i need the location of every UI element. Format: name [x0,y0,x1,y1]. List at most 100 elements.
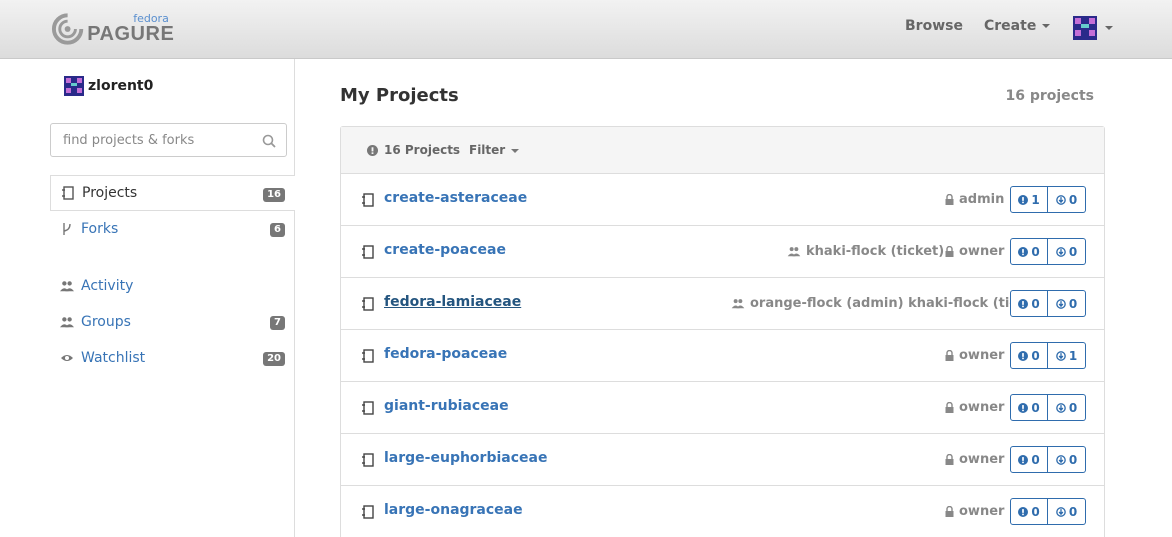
panel-header: 16 Projects Filter [341,127,1104,174]
search-input[interactable] [51,124,251,156]
repo-icon [362,193,374,207]
project-link[interactable]: large-onagraceae [384,502,523,518]
repo-icon [362,453,374,467]
pagure-logo[interactable]: fedora PAGURE [50,12,185,46]
issues-button[interactable]: 0 [1010,446,1048,473]
search-icon[interactable] [262,134,276,148]
sidebar-user[interactable]: zlorent0 [64,76,153,96]
username: zlorent0 [88,78,154,94]
project-buttons: 0 0 [1010,446,1086,473]
nav-create-label: Create [984,18,1037,34]
pull-request-icon [1055,194,1066,205]
sidebar: zlorent0 Projects 16 Forks 6 Activity Gr… [0,59,295,537]
issues-button[interactable]: 1 [1010,186,1048,213]
group-text: orange-flock (admin) khaki-flock (ticket… [750,296,1047,311]
issues-count: 0 [1031,296,1040,311]
role-text: owner [959,452,1005,467]
project-row: large-euphorbiaceae owner 0 0 [341,434,1104,486]
issues-count: 0 [1031,348,1040,363]
project-link[interactable]: giant-rubiaceae [384,398,509,414]
role-label: owner [945,400,1004,415]
users-icon [787,247,801,257]
panel-count-label: 16 Projects [384,143,461,157]
filter-label: Filter [469,143,506,157]
pull-requests-button[interactable]: 0 [1048,186,1086,213]
users-icon [731,299,745,309]
project-row: giant-rubiaceae owner 0 0 [341,382,1104,434]
issues-button[interactable]: 0 [1010,498,1048,525]
pull-requests-count: 0 [1068,504,1078,519]
lock-icon [945,194,954,205]
project-row: create-asteraceae admin 1 0 [341,174,1104,226]
sidebar-item-forks[interactable]: Forks 6 [50,211,295,247]
nav-create-dropdown[interactable]: Create [984,18,1051,34]
pull-request-icon [1055,506,1066,517]
project-row: fedora-poaceae owner 0 1 [341,330,1104,382]
pull-requests-button[interactable]: 0 [1048,498,1086,525]
sidebar-item-label: Forks [81,221,119,237]
project-buttons: 0 1 [1010,342,1086,369]
user-avatar [1073,16,1097,40]
sidebar-item-label: Activity [81,278,134,294]
pull-requests-count: 0 [1068,192,1078,207]
issues-button[interactable]: 0 [1010,238,1048,265]
caret-down-icon [1105,26,1113,30]
users-icon [60,281,74,292]
eye-icon [61,355,73,361]
count-badge: 20 [263,352,285,366]
issues-count: 0 [1031,244,1040,259]
lock-icon [945,454,954,465]
pull-requests-button[interactable]: 0 [1048,446,1086,473]
filter-dropdown[interactable]: Filter [469,143,520,157]
role-text: owner [959,348,1005,363]
project-link[interactable]: fedora-poaceae [384,346,507,362]
lock-icon [945,246,954,257]
project-row: fedora-lamiaceae orange-flock (admin) kh… [341,278,1104,330]
projects-count: 16 projects [1005,88,1094,104]
user-menu-dropdown[interactable] [1073,16,1113,40]
role-label: admin [945,192,1004,207]
logo-swirl-icon [51,13,84,45]
project-link[interactable]: large-euphorbiaceae [384,450,547,466]
sidebar-item-projects[interactable]: Projects 16 [50,175,295,211]
pull-requests-button[interactable]: 1 [1048,342,1086,369]
repo-icon [62,186,74,200]
role-text: owner [959,400,1005,415]
role-text: admin [959,192,1005,207]
issues-button[interactable]: 0 [1010,394,1048,421]
issue-icon [1018,194,1029,205]
issues-button[interactable]: 0 [1010,342,1048,369]
sidebar-item-label: Projects [82,185,138,201]
repo-icon [362,505,374,519]
nav-browse[interactable]: Browse [905,18,963,34]
project-buttons: 0 0 [1010,290,1086,317]
sidebar-item-groups[interactable]: Groups 7 [50,304,295,340]
project-link[interactable]: create-poaceae [384,242,506,258]
issue-icon [1018,246,1029,257]
pull-requests-button[interactable]: 0 [1048,290,1086,317]
project-buttons: 0 0 [1010,498,1086,525]
count-badge: 6 [270,223,285,237]
project-link[interactable]: create-asteraceae [384,190,527,206]
project-link[interactable]: fedora-lamiaceae [384,294,521,310]
pull-request-icon [1055,246,1066,257]
issue-icon [1018,298,1029,309]
issues-button[interactable]: 0 [1010,290,1048,317]
pull-requests-button[interactable]: 0 [1048,394,1086,421]
user-avatar [64,76,84,96]
role-label: owner [945,244,1004,259]
pull-requests-count: 0 [1068,244,1078,259]
pull-requests-button[interactable]: 0 [1048,238,1086,265]
sidebar-item-watchlist[interactable]: Watchlist 20 [50,340,295,376]
info-circle-icon [367,144,378,156]
caret-down-icon [1042,24,1051,28]
role-label: owner [945,504,1004,519]
project-row: large-onagraceae owner 0 0 [341,486,1104,537]
sidebar-item-activity[interactable]: Activity [50,268,295,304]
pull-request-icon [1055,298,1066,309]
project-buttons: 0 0 [1010,394,1086,421]
issue-icon [1018,402,1029,413]
repo-icon [362,401,374,415]
pull-request-icon [1055,350,1066,361]
project-buttons: 0 0 [1010,238,1086,265]
